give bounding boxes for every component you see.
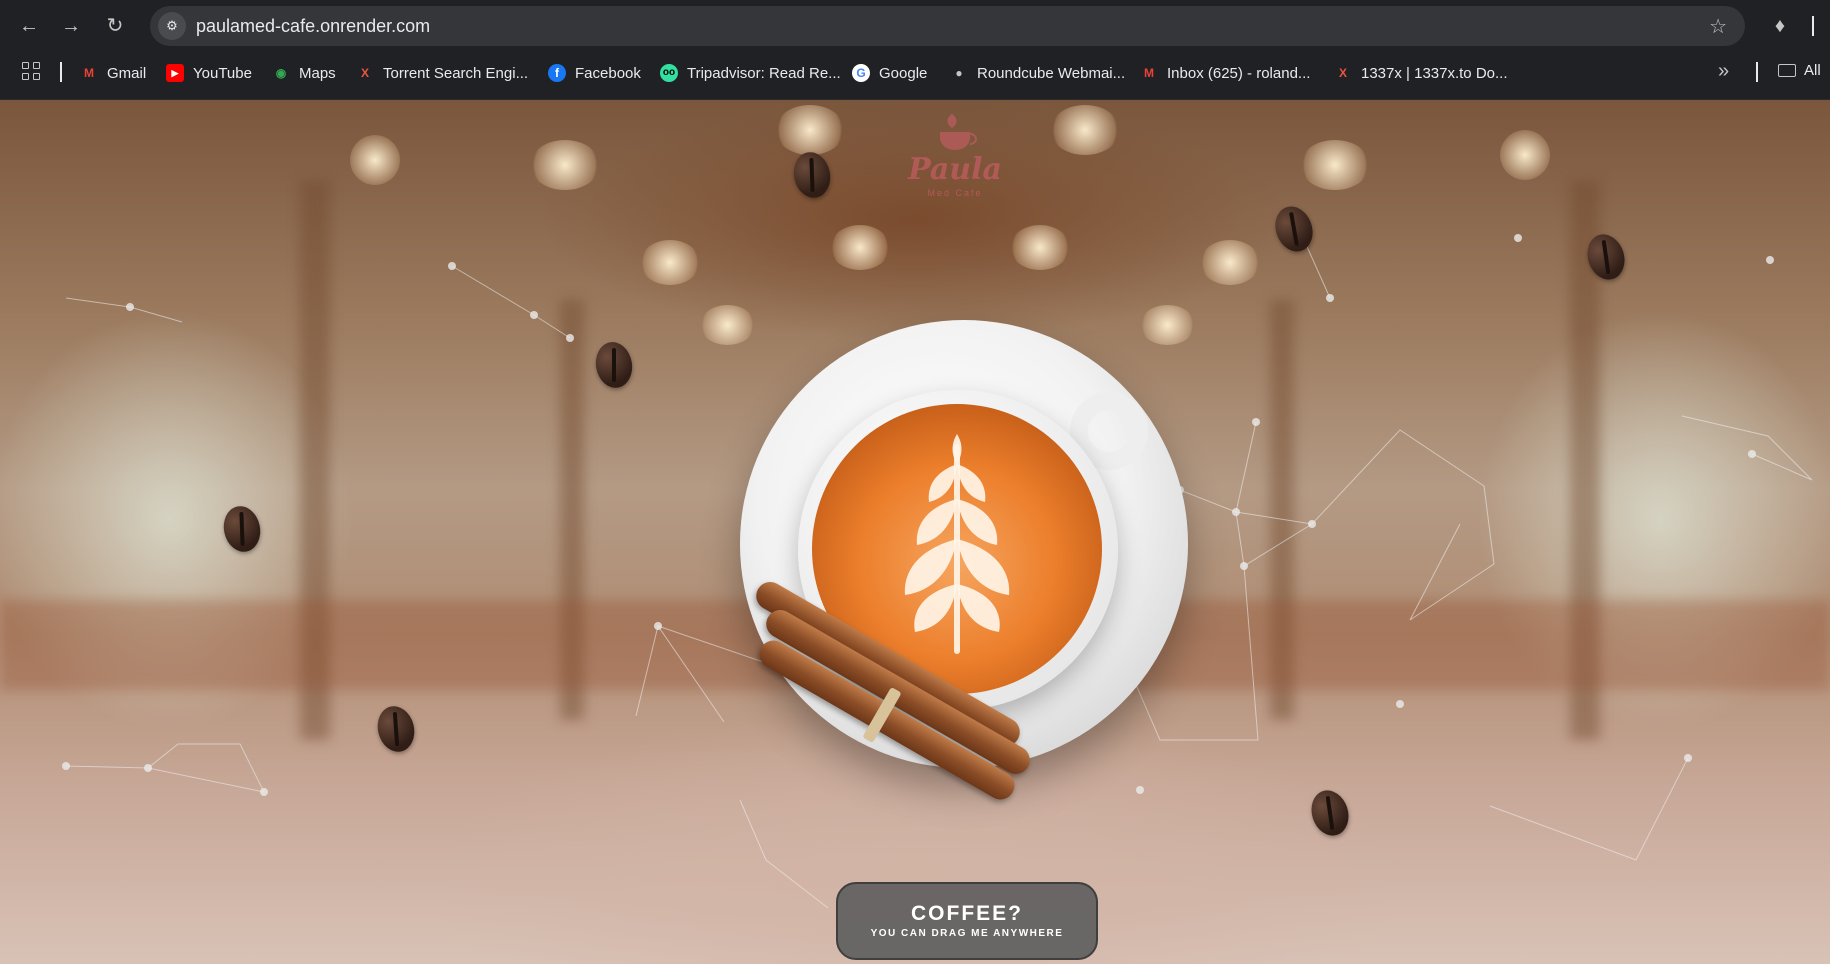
particle-node — [566, 334, 574, 342]
cafe-logo: Paula Med Cafe — [900, 110, 1010, 210]
facebook-icon: f — [548, 64, 566, 82]
bookmark-label: Inbox (625) - roland... — [1167, 64, 1311, 82]
bookmark-label: Torrent Search Engi... — [383, 64, 529, 82]
particle-node — [1748, 450, 1756, 458]
particle-node — [144, 764, 152, 772]
particle-node — [126, 303, 134, 311]
bookmark-label: Tripadvisor: Read Re... — [687, 64, 841, 82]
all-bookmarks-button[interactable]: All — [1778, 62, 1821, 79]
reload-icon[interactable]: ↻ — [100, 11, 130, 41]
particle-node — [1232, 508, 1240, 516]
maps-icon: ◉ — [275, 66, 287, 80]
particle-node — [1308, 520, 1316, 528]
x-icon: X — [360, 66, 369, 80]
x-icon: X — [1338, 66, 1347, 80]
gmail-icon: M — [1144, 66, 1154, 80]
particle-node — [1514, 234, 1522, 242]
extensions-icon[interactable]: ♦ — [1765, 11, 1795, 41]
particle-node — [1766, 256, 1774, 264]
logo-subtitle: Med Cafe — [927, 188, 983, 198]
bookmark-label: YouTube — [193, 64, 252, 82]
site-info-icon[interactable]: ⚙ — [158, 12, 186, 40]
drag-card-title: COFFEE? — [911, 902, 1023, 925]
gmail-icon: M — [84, 66, 94, 80]
particle-node — [448, 262, 456, 270]
roundcube-icon: ● — [955, 66, 963, 80]
particle-node — [654, 622, 662, 630]
toolbar-divider — [1812, 16, 1814, 36]
drag-coffee-card[interactable]: COFFEE? YOU CAN DRAG ME ANYWHERE — [836, 882, 1098, 960]
bookmark-gmail[interactable]: M Gmail — [80, 62, 146, 84]
bookmark-youtube[interactable]: ▶ YouTube — [166, 62, 252, 84]
bookmark-1337x[interactable]: X 1337x | 1337x.to Do... — [1334, 62, 1508, 84]
forward-icon[interactable]: → — [56, 11, 86, 41]
url-text[interactable]: paulamed-cafe.onrender.com — [196, 16, 430, 37]
particle-node — [62, 762, 70, 770]
back-icon[interactable]: ← — [14, 11, 44, 41]
youtube-icon: ▶ — [166, 64, 184, 82]
cup-logo-icon — [940, 114, 977, 150]
bookmark-tripadvisor[interactable]: oo Tripadvisor: Read Re... — [660, 62, 841, 84]
apps-grid-icon[interactable] — [22, 62, 42, 82]
bookmark-maps[interactable]: ◉ Maps — [272, 62, 336, 84]
particle-node — [1240, 562, 1248, 570]
bookmark-google[interactable]: G Google — [852, 62, 927, 84]
bookmark-label: Google — [879, 64, 928, 82]
tripadvisor-icon: oo — [660, 64, 678, 82]
bookmarks-divider — [1756, 62, 1758, 82]
particle-node — [1252, 418, 1260, 426]
folder-icon — [1778, 64, 1796, 77]
particle-node — [1136, 786, 1144, 794]
particle-node — [1326, 294, 1334, 302]
bookmark-label: 1337x | 1337x.to Do... — [1361, 64, 1508, 82]
bookmark-facebook[interactable]: f Facebook — [548, 62, 641, 84]
bookmark-label: Roundcube Webmai... — [977, 64, 1126, 82]
bookmark-label: Maps — [299, 64, 336, 82]
particle-node — [1396, 700, 1404, 708]
all-bookmarks-label: All — [1804, 62, 1821, 79]
bookmarks-divider — [60, 62, 62, 82]
bookmark-label: Gmail — [107, 64, 147, 82]
more-bookmarks-icon[interactable]: » — [1718, 60, 1729, 83]
address-bar[interactable]: ⚙ paulamed-cafe.onrender.com ☆ — [150, 6, 1745, 46]
bookmark-roundcube[interactable]: ● Roundcube Webmai... — [950, 62, 1125, 84]
particle-node — [530, 311, 538, 319]
drag-card-subtitle: YOU CAN DRAG ME ANYWHERE — [870, 928, 1064, 939]
page-viewport: Paula Med Cafe COFFEE? YOU CAN DRAG ME A… — [0, 100, 1830, 964]
bookmark-star-icon[interactable]: ☆ — [1709, 14, 1727, 39]
logo-name: Paula — [908, 152, 1002, 187]
particle-node — [1684, 754, 1692, 762]
bookmark-inbox[interactable]: M Inbox (625) - roland... — [1140, 62, 1310, 84]
particle-node — [260, 788, 268, 796]
google-icon: G — [852, 64, 870, 82]
bookmark-label: Facebook — [575, 64, 641, 82]
bookmark-torrent-search[interactable]: X Torrent Search Engi... — [356, 62, 528, 84]
